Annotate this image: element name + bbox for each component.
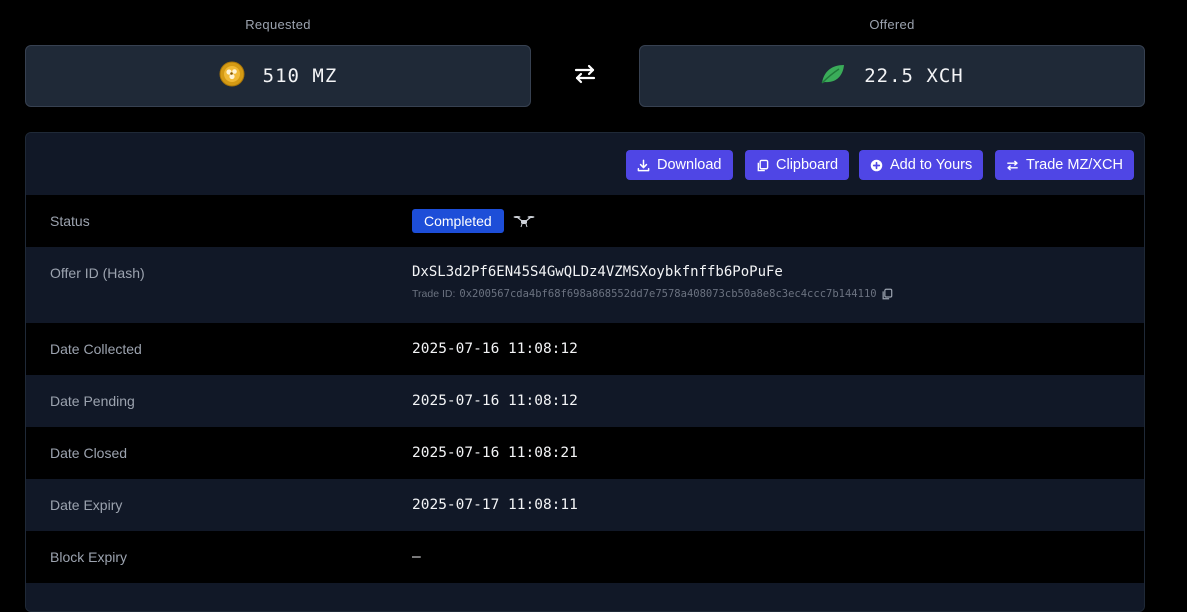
clipboard-button[interactable]: Clipboard <box>745 150 850 180</box>
offer-id-row: Offer ID (Hash) DxSL3d2Pf6EN45S4GwQLDz4V… <box>26 247 1144 323</box>
date-expiry-value: 2025-07-17 11:08:11 <box>412 497 578 513</box>
date-pending-row: Date Pending 2025-07-16 11:08:12 <box>26 375 1144 427</box>
offered-asset-card[interactable]: 22.5 XCH <box>639 45 1145 107</box>
block-expiry-value: — <box>412 549 421 565</box>
swap-arrows-icon[interactable] <box>572 61 598 87</box>
date-pending-value: 2025-07-16 11:08:12 <box>412 393 578 409</box>
action-toolbar: Download Clipboard Add to Yours Trade MZ… <box>26 133 1144 195</box>
requested-caption: Requested <box>245 17 311 32</box>
add-to-yours-button[interactable]: Add to Yours <box>859 150 984 180</box>
swap-icon <box>1007 160 1018 170</box>
trade-pair-label: Trade MZ/XCH <box>1026 157 1123 173</box>
trade-id-prefix: Trade ID: <box>412 288 456 300</box>
drone-icon <box>513 216 535 228</box>
offer-id-label: Offer ID (Hash) <box>50 265 145 281</box>
date-collected-row: Date Collected 2025-07-16 11:08:12 <box>26 323 1144 375</box>
mz-token-icon <box>219 61 245 92</box>
offer-id-hash[interactable]: DxSL3d2Pf6EN45S4GwQLDz4VZMSXoybkfnffb6Po… <box>412 264 893 280</box>
requested-asset-card[interactable]: 510 MZ <box>25 45 531 107</box>
status-value-group: Completed <box>412 209 535 233</box>
date-pending-label: Date Pending <box>50 393 135 409</box>
requested-amount: 510 MZ <box>262 65 338 87</box>
status-row: Status Completed <box>26 195 1144 247</box>
block-expiry-label: Block Expiry <box>50 549 128 565</box>
date-expiry-row: Date Expiry 2025-07-17 11:08:11 <box>26 479 1144 531</box>
offer-details-panel: Download Clipboard Add to Yours Trade MZ… <box>25 132 1145 612</box>
date-collected-label: Date Collected <box>50 341 142 357</box>
offer-summary: Requested 510 MZ Offered 22.5 XCH <box>0 0 1187 120</box>
download-icon <box>637 159 650 171</box>
date-closed-row: Date Closed 2025-07-16 11:08:21 <box>26 427 1144 479</box>
date-expiry-label: Date Expiry <box>50 497 123 513</box>
download-button[interactable]: Download <box>626 150 733 180</box>
plus-circle-icon <box>870 159 883 171</box>
copy-icon <box>757 159 769 171</box>
next-row <box>26 583 1144 611</box>
status-badge: Completed <box>412 209 504 233</box>
date-closed-value: 2025-07-16 11:08:21 <box>412 445 578 461</box>
copy-icon[interactable] <box>881 288 893 300</box>
offered-caption: Offered <box>869 17 915 32</box>
download-label: Download <box>657 157 722 173</box>
offer-id-value-group: DxSL3d2Pf6EN45S4GwQLDz4VZMSXoybkfnffb6Po… <box>412 264 893 300</box>
date-closed-label: Date Closed <box>50 445 128 461</box>
trade-pair-button[interactable]: Trade MZ/XCH <box>995 150 1134 180</box>
add-to-yours-label: Add to Yours <box>890 157 973 173</box>
chia-leaf-icon <box>820 63 846 90</box>
offered-amount: 22.5 XCH <box>864 65 964 87</box>
date-collected-value: 2025-07-16 11:08:12 <box>412 341 578 357</box>
clipboard-label: Clipboard <box>776 157 839 173</box>
block-expiry-row: Block Expiry — <box>26 531 1144 583</box>
trade-id-line: Trade ID: 0x200567cda4bf68f698a868552dd7… <box>412 288 893 300</box>
status-label: Status <box>50 213 90 229</box>
trade-id-value[interactable]: 0x200567cda4bf68f698a868552dd7e7578a4080… <box>459 288 876 300</box>
